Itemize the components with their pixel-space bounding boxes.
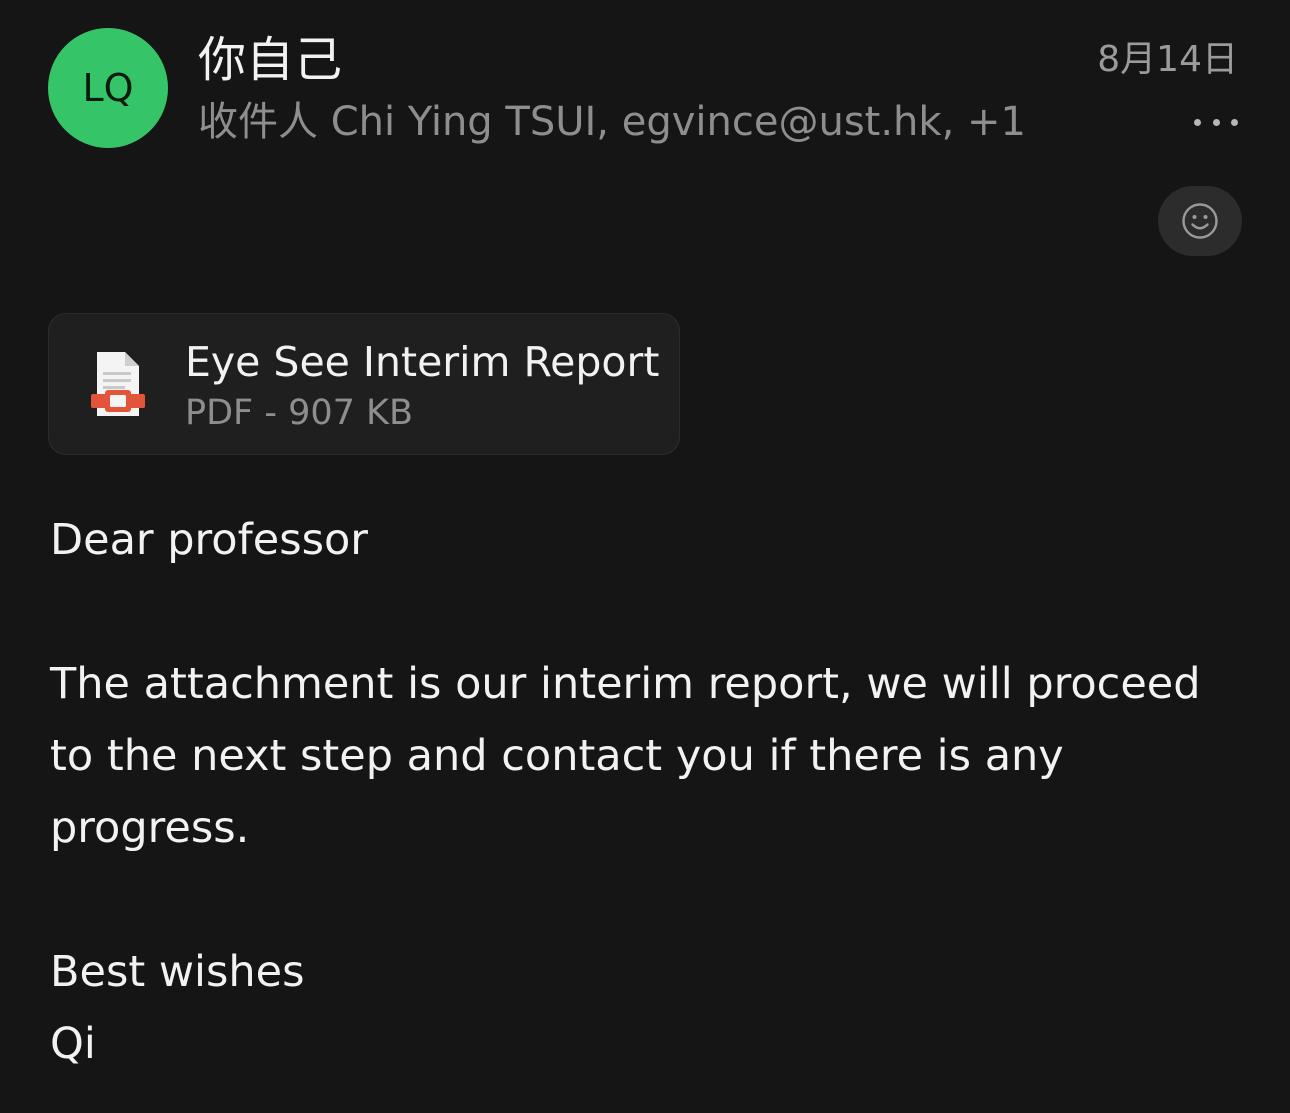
closing-text: Best wishes bbox=[50, 947, 305, 997]
smiley-icon bbox=[1182, 203, 1218, 239]
recipients-line[interactable]: 收件人 Chi Ying TSUI, egvince@ust.hk, +1 bbox=[198, 96, 1026, 148]
body-line: to the next step and contact you if ther… bbox=[50, 731, 1064, 781]
attachment-meta: PDF - 907 KB bbox=[185, 393, 413, 433]
body-line: The attachment is our interim report, we… bbox=[50, 659, 1201, 709]
add-reaction-button[interactable] bbox=[1158, 186, 1242, 256]
message-date: 8月14日 bbox=[1097, 39, 1238, 80]
signature-text: Qi bbox=[50, 1019, 96, 1069]
pdf-file-icon bbox=[91, 352, 145, 416]
avatar-initials: LQ bbox=[82, 66, 134, 110]
body-line: progress. bbox=[50, 803, 250, 853]
sender-avatar[interactable]: LQ bbox=[48, 28, 168, 148]
attachment-name: Eye See Interim Report bbox=[185, 338, 660, 386]
ellipsis-dot bbox=[1231, 118, 1238, 126]
ellipsis-dot bbox=[1194, 118, 1201, 126]
attachment-card[interactable]: Eye See Interim Report PDF - 907 KB bbox=[48, 313, 680, 455]
greeting-text: Dear professor bbox=[50, 515, 368, 565]
ellipsis-icon[interactable] bbox=[1194, 104, 1238, 140]
sender-name[interactable]: 你自己 bbox=[198, 30, 342, 90]
ellipsis-dot bbox=[1212, 118, 1220, 126]
